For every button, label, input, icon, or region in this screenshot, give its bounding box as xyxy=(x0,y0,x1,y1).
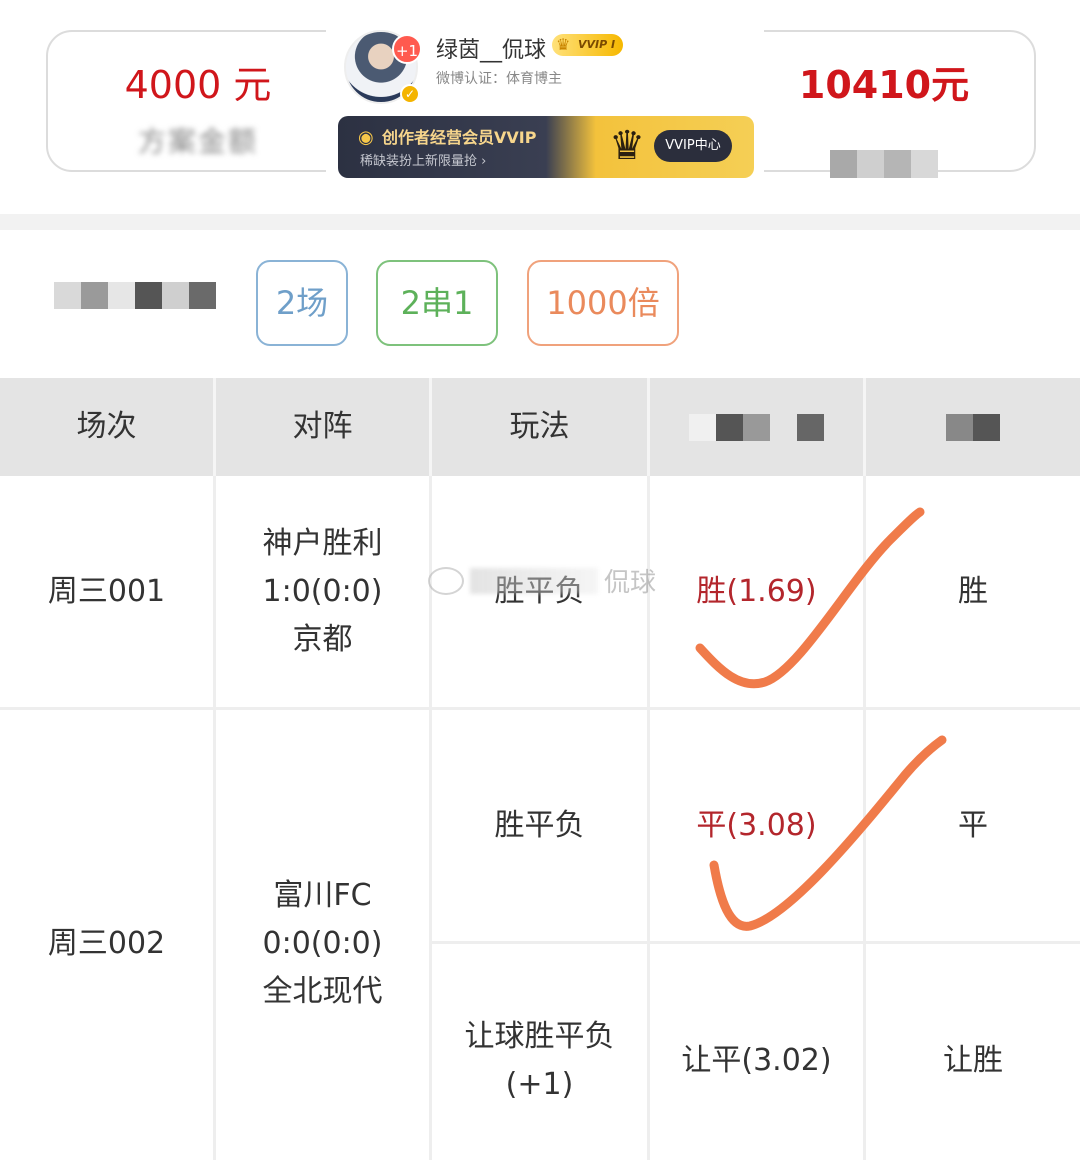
banner-title: 创作者经营会员VVIP xyxy=(382,128,537,147)
verification-text: 微博认证：体育博主 xyxy=(436,71,562,87)
fixture-cell: 神户胜利 1:0(0:0) 京都 xyxy=(216,476,432,710)
notification-badge: +1 xyxy=(392,34,422,64)
pick-cell: 平(3.08) xyxy=(650,710,866,944)
home-team: 富川FC xyxy=(273,877,372,913)
tags-label-pixelated xyxy=(54,282,216,309)
watermark-logo-icon xyxy=(428,566,464,595)
away-team: 京都 xyxy=(292,621,353,657)
summary-left: 4000 元 方案金额 xyxy=(48,32,348,170)
fixture-cell: 富川FC 0:0(0:0) 全北现代 xyxy=(216,710,432,1160)
weibo-watermark: 侃球 xyxy=(428,562,656,599)
plan-amount-label: 方案金额 xyxy=(137,125,258,158)
crown-icon: ♛ xyxy=(556,35,571,54)
section-divider xyxy=(0,214,1080,230)
match-no-cell: 周三002 xyxy=(0,710,216,1160)
prize-amount: 10410元 xyxy=(798,63,970,107)
result-cell: 胜 xyxy=(866,476,1080,710)
away-team: 全北现代 xyxy=(262,973,383,1009)
pick-cell: 胜(1.69) xyxy=(650,476,866,710)
play-type-line1: 让球胜平负 xyxy=(464,1018,615,1054)
home-team: 神户胜利 xyxy=(262,525,383,561)
header-pick-pixelated xyxy=(650,378,866,476)
header-result-pixelated xyxy=(866,378,1080,476)
watermark-text: 侃球 xyxy=(604,568,657,598)
header-fixture: 对阵 xyxy=(216,378,432,476)
vvip-badge-label: VVIP I xyxy=(578,38,616,51)
result-cell: 平 xyxy=(866,710,1080,944)
banner-subtitle: 稀缺装扮上新限量抢 › xyxy=(360,154,487,169)
weibo-logo-icon: ◉ xyxy=(358,127,374,148)
plan-amount: 4000 元 xyxy=(124,63,272,107)
prize-label-pixelated xyxy=(734,150,1034,178)
score: 0:0(0:0) xyxy=(262,925,383,961)
header-match-no: 场次 xyxy=(0,378,216,476)
score: 1:0(0:0) xyxy=(262,573,383,609)
result-cell: 让胜 xyxy=(866,944,1080,1160)
tag-multiplier: 1000倍 xyxy=(527,260,679,346)
play-type-cell: 胜平负 xyxy=(432,710,650,944)
header-play-type: 玩法 xyxy=(432,378,650,476)
vvip-badge[interactable]: ♛ VVIP I xyxy=(552,34,624,56)
crown-icon-large: ♛ xyxy=(609,123,645,169)
watermark-blur xyxy=(470,567,598,594)
play-type-cell: 让球胜平负 (+1) xyxy=(432,944,650,1160)
summary-right: 10410元 xyxy=(734,32,1034,178)
tag-combo-type: 2串1 xyxy=(376,260,498,346)
pick-cell: 让平(3.02) xyxy=(650,944,866,1160)
bet-table: 场次 对阵 玩法 周三001 神户胜利 1:0(0:0) 京都 胜平负 胜(1.… xyxy=(0,378,1080,1160)
vip-center-button[interactable]: VVIP中心 xyxy=(654,130,732,162)
username[interactable]: 绿茵__侃球 xyxy=(436,32,546,64)
vip-promo-banner[interactable]: ◉ 创作者经营会员VVIP 稀缺装扮上新限量抢 › ♛ VVIP中心 xyxy=(338,116,754,178)
tag-match-count: 2场 xyxy=(256,260,348,346)
verified-icon: ✓ xyxy=(400,84,420,104)
weibo-profile-panel: +1 ✓ 绿茵__侃球 ♛ VVIP I 微博认证：体育博主 ◉ 创作者经营会员… xyxy=(326,20,764,190)
match-no-cell: 周三001 xyxy=(0,476,216,710)
play-type-line2: (+1) xyxy=(505,1066,574,1102)
